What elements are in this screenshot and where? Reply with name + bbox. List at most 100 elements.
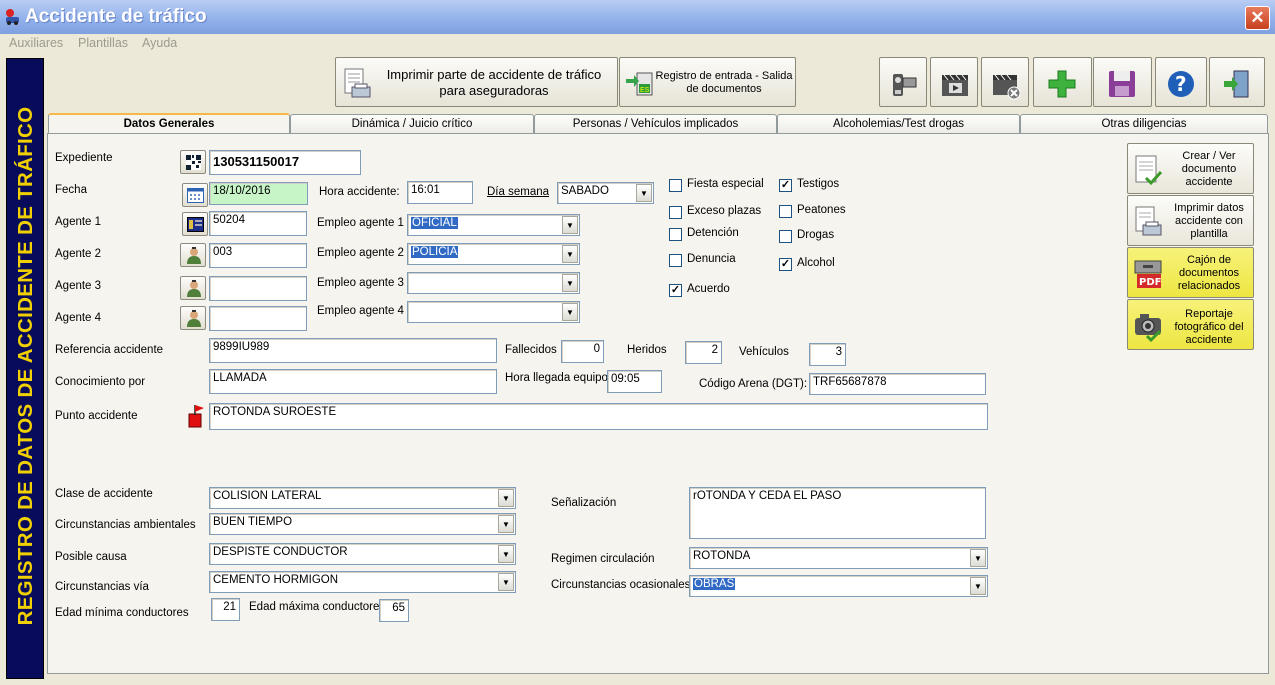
fecha-field[interactable]: 18/10/2016 <box>209 182 308 205</box>
agente3-button[interactable] <box>180 276 206 300</box>
circ-ocas-value: OBRAS <box>693 578 736 590</box>
dia-semana-select[interactable]: SABADO ▼ <box>557 182 654 204</box>
circ-via-select[interactable]: CEMENTO HORMIGON ▼ <box>209 571 516 593</box>
hora-field[interactable]: 16:01 <box>407 181 473 204</box>
acuerdo-checkbox[interactable]: ✓ <box>669 284 682 297</box>
chevron-down-icon[interactable]: ▼ <box>498 515 514 533</box>
chevron-down-icon[interactable]: ▼ <box>636 184 652 202</box>
exceso-label: Exceso plazas <box>687 205 762 217</box>
edad-max-field[interactable]: 65 <box>379 599 409 622</box>
agente4-field[interactable] <box>209 306 307 331</box>
agente2-label: Agente 2 <box>55 248 102 260</box>
imprimir-plantilla-label: Imprimir datos accidente con plantilla <box>1174 202 1244 240</box>
tab-alcoholemias[interactable]: Alcoholemias/Test drogas <box>777 114 1020 134</box>
edad-min-field[interactable]: 21 <box>211 598 240 621</box>
tab-otras[interactable]: Otras diligencias <box>1020 114 1268 134</box>
empleo4-select[interactable]: ▼ <box>407 301 580 323</box>
clapperboard-play-icon <box>942 74 968 96</box>
agente4-button[interactable] <box>180 306 206 330</box>
hora-llegada-field[interactable]: 09:05 <box>607 370 662 393</box>
chevron-down-icon[interactable]: ▼ <box>498 573 514 591</box>
cajon-documentos-button[interactable]: PDF Cajón de documentos relacionados <box>1127 247 1254 298</box>
chevron-down-icon[interactable]: ▼ <box>562 245 578 263</box>
causa-select[interactable]: DESPISTE CONDUCTOR ▼ <box>209 543 516 565</box>
senalizacion-field[interactable]: rOTONDA Y CEDA EL PASO <box>689 487 986 539</box>
peatones-checkbox[interactable] <box>779 205 792 218</box>
chevron-down-icon[interactable]: ▼ <box>970 577 986 595</box>
calendar-icon <box>187 188 204 203</box>
chevron-down-icon[interactable]: ▼ <box>498 545 514 563</box>
expediente-button[interactable] <box>180 150 206 174</box>
agente3-label: Agente 3 <box>55 280 102 292</box>
menu-bar: Auxiliares Plantillas Ayuda <box>0 34 1275 52</box>
alcohol-checkbox[interactable]: ✓ <box>779 258 792 271</box>
testigos-checkbox[interactable]: ✓ <box>779 179 792 192</box>
exceso-checkbox[interactable] <box>669 206 682 219</box>
exit-button[interactable] <box>1209 57 1265 107</box>
agente1-field[interactable]: 50204 <box>209 211 307 236</box>
print-insurers-button[interactable]: Imprimir parte de accidente de tráfico p… <box>335 57 618 107</box>
punto-field[interactable]: ROTONDA SUROESTE <box>209 403 988 430</box>
regimen-select[interactable]: ROTONDA ▼ <box>689 547 988 569</box>
delete-video-button[interactable] <box>981 57 1029 107</box>
codigo-arena-field[interactable]: TRF65687878 <box>809 373 986 395</box>
tab-datos-generales[interactable]: Datos Generales <box>48 113 290 135</box>
dia-semana-label[interactable]: Día semana <box>487 186 549 198</box>
play-video-button[interactable] <box>930 57 978 107</box>
drogas-checkbox[interactable] <box>779 230 792 243</box>
expediente-field[interactable]: 130531150017 <box>209 150 361 175</box>
crear-documento-button[interactable]: Crear / Ver documento accidente <box>1127 143 1254 194</box>
help-button[interactable]: ? <box>1155 57 1207 107</box>
heridos-field[interactable]: 2 <box>685 341 722 364</box>
denuncia-checkbox[interactable] <box>669 254 682 267</box>
causa-label: Posible causa <box>55 551 127 563</box>
agente1-button[interactable] <box>182 212 208 236</box>
fallecidos-field[interactable]: 0 <box>561 340 604 363</box>
empleo3-select[interactable]: ▼ <box>407 272 580 294</box>
tab-personas[interactable]: Personas / Vehículos implicados <box>534 114 777 134</box>
clase-select[interactable]: COLISION LATERAL ▼ <box>209 487 516 509</box>
detencion-checkbox[interactable] <box>669 228 682 241</box>
regimen-label: Regimen circulación <box>551 553 655 565</box>
save-button[interactable] <box>1093 57 1152 107</box>
add-button[interactable] <box>1033 57 1092 107</box>
punto-label: Punto accidente <box>55 410 138 422</box>
svg-text:PDF: PDF <box>1139 277 1161 288</box>
imprimir-plantilla-button[interactable]: Imprimir datos accidente con plantilla <box>1127 195 1254 246</box>
agente3-field[interactable] <box>209 276 307 301</box>
circ-amb-select[interactable]: BUEN TIEMPO ▼ <box>209 513 516 535</box>
calendar-button[interactable] <box>182 183 208 207</box>
app-icon <box>6 9 19 25</box>
close-button[interactable]: ✕ <box>1245 6 1270 30</box>
tab-dinamica[interactable]: Dinámica / Juicio crítico <box>290 114 534 134</box>
clase-value: COLISION LATERAL <box>213 490 322 502</box>
empleo2-select[interactable]: POLICIA ▼ <box>407 243 580 265</box>
menu-auxiliares[interactable]: Auxiliares <box>9 36 63 50</box>
chevron-down-icon[interactable]: ▼ <box>970 549 986 567</box>
location-flag-icon[interactable] <box>187 404 207 428</box>
chevron-down-icon[interactable]: ▼ <box>562 216 578 234</box>
person-icon <box>187 310 201 327</box>
chevron-down-icon[interactable]: ▼ <box>498 489 514 507</box>
drogas-label: Drogas <box>797 229 835 241</box>
vehiculos-field[interactable]: 3 <box>809 343 846 366</box>
empleo2-label: Empleo agente 2 <box>317 247 404 259</box>
agente4-label: Agente 4 <box>55 312 102 324</box>
chevron-down-icon[interactable]: ▼ <box>562 274 578 292</box>
conocimiento-field[interactable]: LLAMADA <box>209 369 497 394</box>
registry-button[interactable]: ES Registro de entrada - Salida de docum… <box>619 57 796 107</box>
agente2-field[interactable]: 003 <box>209 243 307 268</box>
circ-ocas-select[interactable]: OBRAS ▼ <box>689 575 988 597</box>
registry-icon: ES <box>626 72 653 96</box>
empleo1-select[interactable]: OFICIAL ▼ <box>407 214 580 236</box>
chevron-down-icon[interactable]: ▼ <box>562 303 578 321</box>
agente2-button[interactable] <box>180 243 206 267</box>
fiesta-checkbox[interactable] <box>669 179 682 192</box>
circ-via-label: Circunstancias vía <box>55 581 149 593</box>
referencia-field[interactable]: 9899IU989 <box>209 338 497 363</box>
reportaje-fotografico-button[interactable]: Reportaje fotográfico del accidente <box>1127 299 1254 350</box>
menu-plantillas[interactable]: Plantillas <box>78 36 128 50</box>
dia-semana-value: SABADO <box>561 185 609 197</box>
menu-ayuda[interactable]: Ayuda <box>142 36 177 50</box>
video-camera-button[interactable] <box>879 57 927 107</box>
